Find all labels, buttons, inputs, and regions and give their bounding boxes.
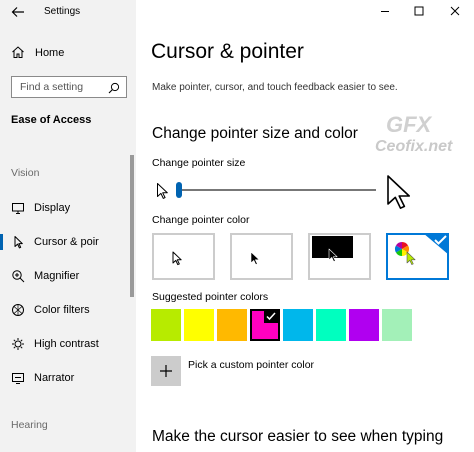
black-pointer-icon: [250, 251, 262, 272]
custom-pointer-icon: [406, 251, 418, 272]
sidebar: Settings Home Find a setting Ease of Acc…: [0, 0, 136, 452]
sidebar-item-label: Magnifier: [34, 270, 80, 282]
swatch-2[interactable]: [184, 309, 214, 341]
sidebar-item-label: Display: [34, 202, 71, 214]
selected-check-icon: [423, 233, 449, 255]
sidebar-item-cursor-pointer[interactable]: Cursor & poir: [0, 230, 130, 254]
group-label-vision: Vision: [11, 167, 40, 179]
narrator-icon: [11, 371, 25, 385]
monitor-icon: [11, 201, 25, 215]
back-arrow-icon[interactable]: [10, 4, 26, 20]
swatch-1[interactable]: [151, 309, 181, 341]
pointer-color-black-option[interactable]: [230, 233, 293, 280]
color-filter-icon: [11, 303, 25, 317]
section-heading-size-color: Change pointer size and color: [152, 125, 358, 142]
swatch-3[interactable]: [217, 309, 247, 341]
watermark-logo: GFX: [386, 112, 432, 137]
sidebar-item-display[interactable]: Display: [0, 196, 130, 220]
contrast-icon: [11, 337, 25, 351]
magnifier-icon: [11, 269, 25, 283]
sidebar-item-label: Cursor & poir: [34, 236, 99, 248]
search-icon[interactable]: [108, 81, 120, 94]
sidebar-item-magnifier[interactable]: Magnifier: [0, 264, 130, 288]
inverted-pointer-icon: [328, 248, 340, 269]
sidebar-item-high-contrast[interactable]: High contrast: [0, 332, 130, 356]
swatch-7[interactable]: [349, 309, 379, 341]
watermark-text: Ceofix.net: [375, 138, 453, 155]
close-icon[interactable]: [448, 4, 462, 18]
swatch-6[interactable]: [316, 309, 346, 341]
search-input[interactable]: Find a setting: [11, 76, 127, 98]
pointer-color-inverted-option[interactable]: [308, 233, 371, 280]
sidebar-item-color-filters[interactable]: Color filters: [0, 298, 130, 322]
cursor-icon: [11, 235, 25, 249]
suggested-colors-row: [151, 309, 415, 341]
group-label-hearing: Hearing: [11, 419, 48, 431]
search-placeholder: Find a setting: [20, 81, 84, 93]
plus-icon: [160, 365, 172, 377]
pointer-color-custom-option[interactable]: [386, 233, 449, 280]
swatch-5[interactable]: [283, 309, 313, 341]
swatch-4[interactable]: [250, 309, 280, 341]
section-heading-typing: Make the cursor easier to see when typin…: [152, 428, 444, 445]
home-icon: [11, 45, 25, 59]
sidebar-item-label: Narrator: [34, 372, 75, 384]
custom-color-label: Pick a custom pointer color: [188, 359, 315, 371]
active-indicator: [0, 234, 3, 250]
check-icon: [264, 309, 278, 323]
minimize-icon[interactable]: [378, 4, 392, 18]
custom-color-button[interactable]: [151, 356, 181, 386]
page-subtitle: Make pointer, cursor, and touch feedback…: [152, 82, 398, 93]
white-pointer-icon: [172, 251, 184, 272]
title-bar: Settings: [0, 0, 136, 24]
pointer-color-label: Change pointer color: [152, 214, 250, 226]
sidebar-item-label: Color filters: [34, 304, 90, 316]
page-title: Cursor & pointer: [151, 40, 304, 63]
home-label: Home: [35, 47, 65, 59]
app-title: Settings: [44, 6, 81, 17]
pointer-size-label: Change pointer size: [152, 157, 246, 169]
sidebar-item-narrator[interactable]: Narrator: [0, 366, 130, 390]
window-controls: [364, 0, 474, 24]
pointer-color-white-option[interactable]: [152, 233, 215, 280]
section-title: Ease of Access: [11, 114, 92, 126]
sidebar-item-label: High contrast: [34, 338, 99, 350]
maximize-icon[interactable]: [412, 4, 426, 18]
suggested-colors-label: Suggested pointer colors: [152, 291, 269, 303]
pointer-size-slider-track[interactable]: [176, 189, 376, 191]
large-pointer-icon: [386, 174, 412, 212]
small-pointer-icon: [156, 182, 170, 200]
swatch-8[interactable]: [382, 309, 412, 341]
sidebar-scrollbar[interactable]: [130, 155, 134, 297]
home-nav-item[interactable]: Home: [0, 42, 136, 64]
pointer-size-slider-thumb[interactable]: [176, 182, 182, 198]
